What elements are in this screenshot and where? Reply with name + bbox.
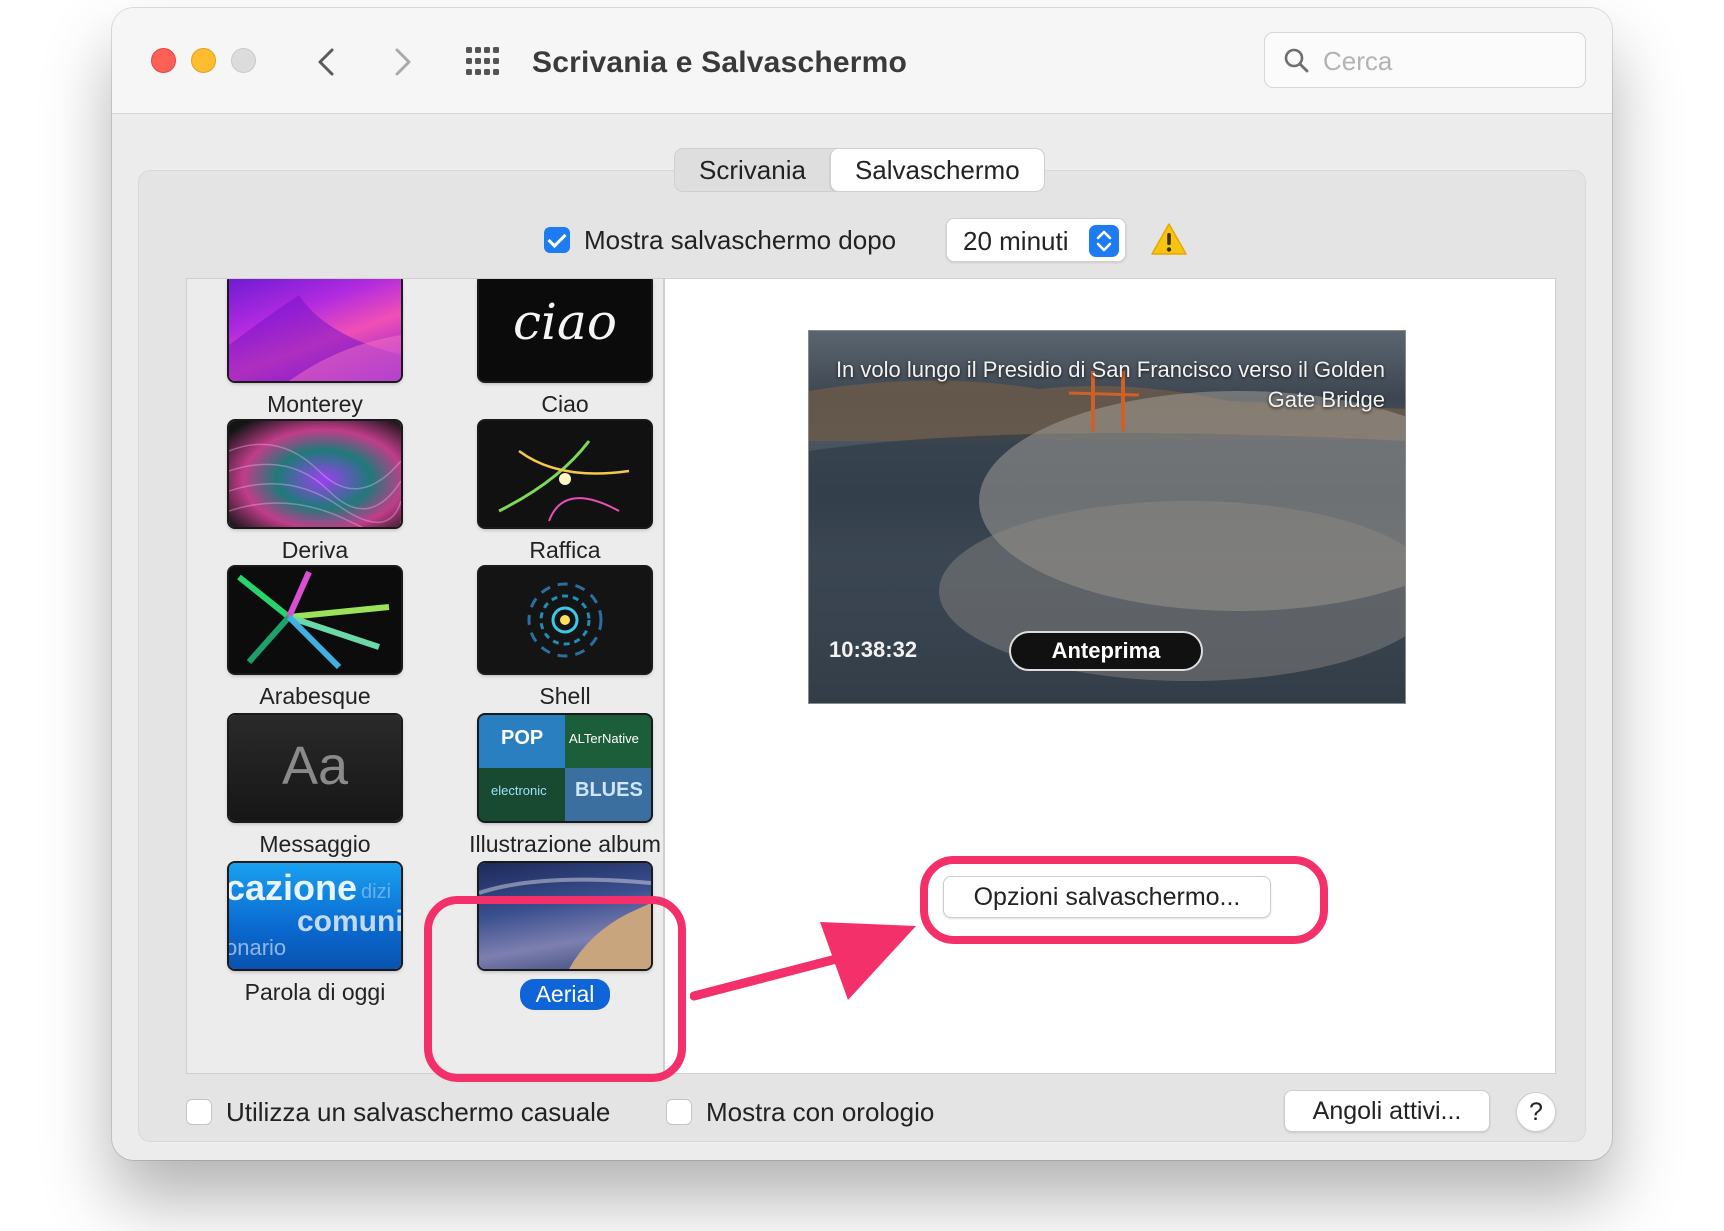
title-bar: Scrivania e Salvaschermo xyxy=(112,8,1612,114)
show-clock-checkbox[interactable] xyxy=(666,1099,692,1125)
parola-thumbnail: cazione dizi comuni onario xyxy=(229,863,401,969)
window-title: Scrivania e Salvaschermo xyxy=(532,46,908,79)
arabesque-thumbnail xyxy=(229,567,401,673)
saver-label: Illustrazione album xyxy=(469,831,661,857)
segmented-tabs: Scrivania Salvaschermo xyxy=(674,148,1045,192)
list-item[interactable]: Shell xyxy=(465,567,663,710)
saver-label: Ciao xyxy=(541,391,589,417)
search-icon xyxy=(1284,48,1309,73)
show-all-grid-icon[interactable] xyxy=(464,45,502,77)
search-input[interactable] xyxy=(1323,45,1573,77)
random-saver-checkbox[interactable] xyxy=(186,1099,212,1125)
show-after-checkbox[interactable] xyxy=(544,227,570,253)
tab-scrivania[interactable]: Scrivania xyxy=(675,149,830,191)
random-saver-row: Utilizza un salvaschermo casuale xyxy=(186,1092,610,1132)
close-window-button[interactable] xyxy=(151,48,176,73)
preview-image: In volo lungo il Presidio di San Francis… xyxy=(808,330,1406,704)
saver-label: Raffica xyxy=(529,537,601,563)
saver-label: Shell xyxy=(539,683,591,709)
album-tile-text: electronic xyxy=(491,783,547,798)
saver-label: Parola di oggi xyxy=(244,979,386,1005)
warning-icon[interactable] xyxy=(1150,222,1188,256)
aerial-highlight-annotation xyxy=(424,896,686,1082)
saver-label: Monterey xyxy=(267,391,363,417)
list-item[interactable]: Aa Messaggio xyxy=(215,715,415,858)
list-item[interactable]: Raffica xyxy=(465,421,663,564)
saver-label: Deriva xyxy=(281,537,349,563)
parola-thumb-text: comuni xyxy=(297,905,401,938)
ciao-thumb-text: ciao xyxy=(513,293,617,351)
random-saver-label: Utilizza un salvaschermo casuale xyxy=(226,1096,611,1127)
forward-arrow-icon[interactable] xyxy=(387,46,417,78)
album-art-thumbnail: POP ALTerNative electronic BLUES xyxy=(479,715,651,821)
messaggio-thumbnail: Aa xyxy=(229,715,401,821)
messaggio-thumb-text: Aa xyxy=(281,736,349,796)
album-tile-text: ALTerNative xyxy=(569,731,639,746)
search-field[interactable] xyxy=(1264,32,1586,88)
show-after-row: Mostra salvaschermo dopo xyxy=(544,218,896,262)
zoom-window-button[interactable] xyxy=(231,48,256,73)
list-item[interactable]: Monterey xyxy=(215,279,415,418)
minimize-window-button[interactable] xyxy=(191,48,216,73)
raffica-thumbnail xyxy=(479,421,651,527)
options-highlight-annotation xyxy=(920,856,1328,944)
album-tile-text: POP xyxy=(501,727,544,749)
saver-label: Messaggio xyxy=(259,831,371,857)
hot-corners-button[interactable]: Angoli attivi... xyxy=(1284,1090,1490,1132)
list-item[interactable]: Deriva xyxy=(215,421,415,564)
parola-thumb-text: dizi xyxy=(361,881,392,903)
preview-clock: 10:38:32 xyxy=(829,637,918,662)
show-clock-label: Mostra con orologio xyxy=(706,1096,935,1127)
parola-thumb-text: cazione xyxy=(229,867,358,908)
album-tile-text: BLUES xyxy=(575,779,643,801)
deriva-thumbnail xyxy=(229,421,401,527)
list-item[interactable]: ciao Ciao xyxy=(465,279,663,418)
parola-thumb-text: onario xyxy=(229,935,287,960)
saver-label: Arabesque xyxy=(259,683,371,709)
list-item[interactable]: POP ALTerNative electronic BLUES Illustr… xyxy=(465,715,663,858)
preview-button[interactable]: Anteprima xyxy=(1009,631,1203,671)
show-after-label: Mostra salvaschermo dopo xyxy=(584,224,897,255)
ciao-thumbnail: ciao xyxy=(479,279,651,381)
show-after-select[interactable]: 20 minuti xyxy=(946,218,1126,262)
preview-caption: In volo lungo il Presidio di San Francis… xyxy=(835,357,1385,412)
show-after-value: 20 minuti xyxy=(963,226,1069,256)
annotation-arrow-icon xyxy=(690,922,916,1001)
monterey-thumbnail xyxy=(229,279,401,381)
list-item[interactable]: cazione dizi comuni onario Parola di ogg… xyxy=(215,863,415,1006)
show-clock-row: Mostra con orologio xyxy=(666,1092,934,1132)
back-arrow-icon[interactable] xyxy=(312,46,342,78)
tab-salvaschermo[interactable]: Salvaschermo xyxy=(829,149,1044,191)
shell-thumbnail xyxy=(479,567,651,673)
select-stepper-icon xyxy=(1089,225,1119,257)
list-item[interactable]: Arabesque xyxy=(215,567,415,710)
help-button[interactable]: ? xyxy=(1516,1092,1556,1132)
